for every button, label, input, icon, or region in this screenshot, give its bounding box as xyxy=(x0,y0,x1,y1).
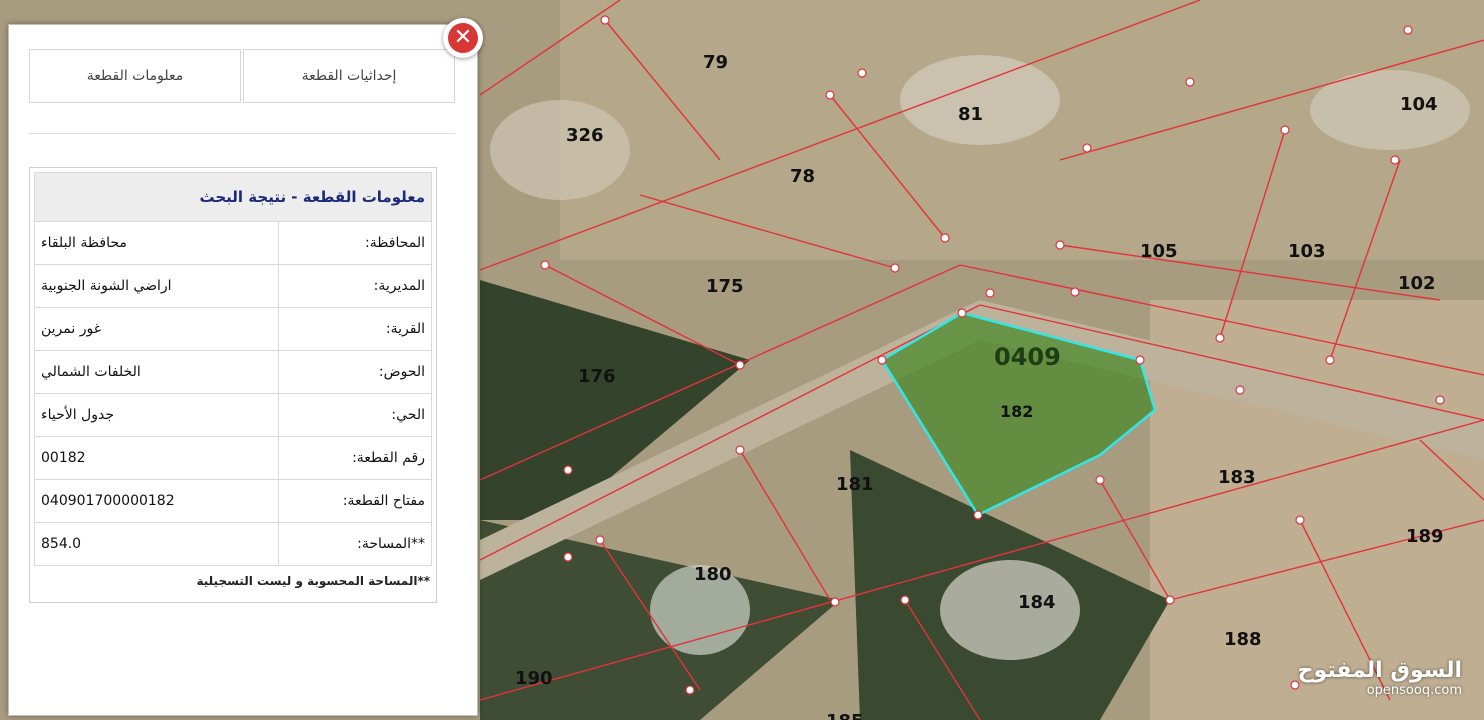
table-row: المديرية: اراضي الشونة الجنوبية xyxy=(34,264,432,308)
table-title: معلومات القطعة - نتيجة البحث xyxy=(34,172,432,222)
row-value: اراضي الشونة الجنوبية xyxy=(34,264,279,308)
row-value: 854.0 xyxy=(34,522,279,566)
row-value: الخلفات الشمالي xyxy=(34,350,279,394)
table-row: الحوض: الخلفات الشمالي xyxy=(34,350,432,394)
tab-parcel-coordinates[interactable]: إحداثيات القطعة xyxy=(243,49,455,103)
parcel-label-183: 183 xyxy=(1218,467,1256,488)
row-label: القرية: xyxy=(278,307,432,351)
row-label: الحي: xyxy=(278,393,432,437)
parcel-label-104: 104 xyxy=(1400,94,1438,115)
watermark-arabic: السوق المفتوح xyxy=(1297,658,1462,683)
parcel-label-105: 105 xyxy=(1140,241,1178,262)
tabs-divider xyxy=(29,133,455,134)
parcel-label-189: 189 xyxy=(1406,526,1444,547)
table-row: **المساحة: 854.0 xyxy=(34,522,432,566)
parcel-label-103: 103 xyxy=(1288,241,1326,262)
parcel-label-81: 81 xyxy=(958,104,983,125)
row-label: الحوض: xyxy=(278,350,432,394)
row-value: محافظة البلقاء xyxy=(34,221,279,265)
parcel-label-182: 182 xyxy=(1000,402,1033,421)
parcel-label-102: 102 xyxy=(1398,273,1436,294)
table-row: رقم القطعة: 00182 xyxy=(34,436,432,480)
close-button[interactable]: ✕ xyxy=(443,18,483,58)
parcel-label-188: 188 xyxy=(1224,629,1262,650)
parcel-label-176: 176 xyxy=(578,366,616,387)
table-row: مفتاح القطعة: 040901700000182 xyxy=(34,479,432,523)
parcel-label-326: 326 xyxy=(566,125,604,146)
parcel-label-181: 181 xyxy=(836,474,874,495)
table-row: الحي: جدول الأحياء xyxy=(34,393,432,437)
parcel-label-79: 79 xyxy=(703,52,728,73)
table-row: القرية: غور نمرين xyxy=(34,307,432,351)
block-label-0409: 0409 xyxy=(994,343,1061,371)
area-footnote: **المساحة المحسوبة و ليست التسجيلية xyxy=(196,574,430,588)
row-label: المديرية: xyxy=(278,264,432,308)
close-icon: ✕ xyxy=(448,23,478,53)
parcel-info-box: معلومات القطعة - نتيجة البحث المحافظة: م… xyxy=(29,167,437,603)
parcel-label-180: 180 xyxy=(694,564,732,585)
parcel-label-175: 175 xyxy=(706,276,744,297)
parcel-info-table: معلومات القطعة - نتيجة البحث المحافظة: م… xyxy=(34,172,432,566)
parcel-label-185: 185 xyxy=(826,711,864,720)
row-label: **المساحة: xyxy=(278,522,432,566)
row-value: 00182 xyxy=(34,436,279,480)
parcel-label-78: 78 xyxy=(790,166,815,187)
parcel-label-184: 184 xyxy=(1018,592,1056,613)
tab-parcel-info[interactable]: معلومات القطعة xyxy=(29,49,241,103)
parcel-label-190: 190 xyxy=(515,668,553,689)
watermark: السوق المفتوح opensooq.com xyxy=(1298,658,1462,698)
row-value: 040901700000182 xyxy=(34,479,279,523)
row-label: رقم القطعة: xyxy=(278,436,432,480)
watermark-latin: opensooq.com xyxy=(1366,683,1462,698)
table-row: المحافظة: محافظة البلقاء xyxy=(34,221,432,265)
panel-tabs: معلومات القطعة إحداثيات القطعة xyxy=(29,49,455,103)
row-label: مفتاح القطعة: xyxy=(278,479,432,523)
parcel-info-panel: معلومات القطعة إحداثيات القطعة معلومات ا… xyxy=(8,24,478,716)
row-label: المحافظة: xyxy=(278,221,432,265)
row-value: جدول الأحياء xyxy=(34,393,279,437)
row-value: غور نمرين xyxy=(34,307,279,351)
